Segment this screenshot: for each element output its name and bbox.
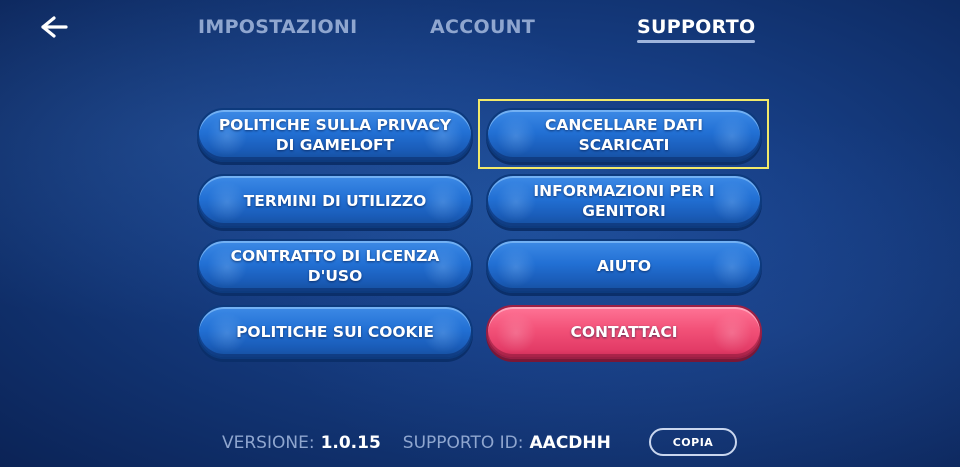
clear-downloaded-data-label: CANCELLARE DATI SCARICATI	[545, 116, 703, 154]
contact-us-label: CONTATTACI	[570, 323, 678, 341]
copy-button[interactable]: COPIA	[649, 428, 737, 456]
parents-info-button[interactable]: INFORMAZIONI PER I GENITORI	[486, 174, 762, 228]
terms-of-use-label: TERMINI DI UTILIZZO	[243, 192, 427, 210]
tab-account[interactable]: ACCOUNT	[430, 16, 535, 38]
back-button[interactable]	[30, 10, 70, 44]
tab-impostazioni-label: IMPOSTAZIONI	[198, 16, 358, 38]
background-glow	[0, 0, 960, 467]
version-value: 1.0.15	[320, 433, 381, 453]
tab-impostazioni[interactable]: IMPOSTAZIONI	[198, 16, 358, 38]
version-label: VERSIONE:	[222, 433, 315, 453]
support-id-value: AACDHH	[529, 433, 611, 453]
contact-us-button[interactable]: CONTATTACI	[486, 305, 762, 359]
license-agreement-button[interactable]: CONTRATTO DI LICENZA D'USO	[197, 239, 473, 293]
privacy-policy-label: POLITICHE SULLA PRIVACY DI GAMELOFT	[218, 116, 452, 154]
privacy-policy-button[interactable]: POLITICHE SULLA PRIVACY DI GAMELOFT	[197, 108, 473, 162]
tab-account-label: ACCOUNT	[430, 16, 536, 38]
clear-downloaded-data-button[interactable]: CANCELLARE DATI SCARICATI	[486, 108, 762, 162]
help-button[interactable]: AIUTO	[486, 239, 762, 293]
button-decoration	[496, 313, 536, 353]
active-tab-underline	[637, 40, 756, 43]
terms-of-use-button[interactable]: TERMINI DI UTILIZZO	[197, 174, 473, 228]
cookie-policy-label: POLITICHE SUI COOKIE	[236, 323, 434, 341]
button-decoration	[496, 247, 536, 287]
license-agreement-label: CONTRATTO DI LICENZA D'USO	[230, 247, 440, 285]
arrow-left-icon	[41, 16, 68, 38]
footer-info: VERSIONE: 1.0.15 SUPPORTO ID: AACDHH	[222, 430, 611, 456]
button-decoration	[712, 313, 752, 353]
support-id-label: SUPPORTO ID:	[402, 433, 524, 453]
copy-button-label: COPIA	[672, 435, 714, 449]
button-decoration	[712, 247, 752, 287]
tab-supporto-label: SUPPORTO	[637, 16, 756, 38]
button-decoration	[207, 182, 247, 222]
parents-info-label: INFORMAZIONI PER I GENITORI	[533, 182, 715, 220]
cookie-policy-button[interactable]: POLITICHE SUI COOKIE	[197, 305, 473, 359]
tab-supporto[interactable]: SUPPORTO	[637, 16, 756, 43]
help-label: AIUTO	[596, 257, 652, 275]
button-decoration	[423, 182, 463, 222]
